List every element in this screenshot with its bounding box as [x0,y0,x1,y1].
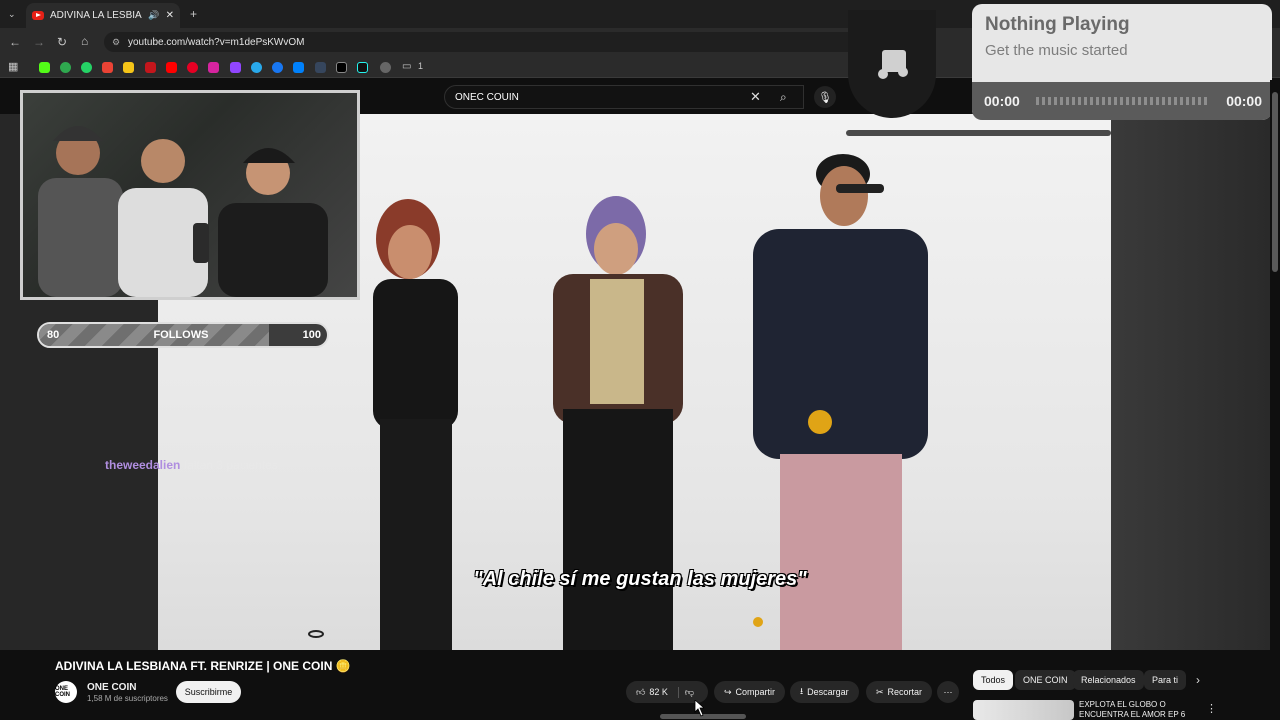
dislike-icon[interactable]: 👎︎ [677,686,694,698]
youtube-favicon-icon [32,11,44,20]
search-input[interactable]: ONEC COUIN ✕ ⌕ [444,85,804,109]
follows-current: 80 [47,329,60,341]
new-tab-icon[interactable]: + [190,8,197,20]
download-button[interactable]: ⭳ Descargar [790,681,859,703]
speaker-icon[interactable]: 🔊 [148,10,159,21]
back-icon[interactable]: ← [9,36,21,48]
address-bar[interactable]: ⚙ youtube.com/watch?v=m1dePsKWvOM [104,32,924,52]
video-subtitle: "Al chile sí me gustan las mujeres" [473,568,807,590]
video-title: ADIVINA LA LESBIANA FT. RENRIZE | ONE CO… [55,659,351,673]
bookmark-folder-count: 1 [418,61,424,71]
music-progress-track [1035,97,1211,105]
recommended-menu-icon[interactable]: ⋮ [1206,702,1217,715]
more-actions-button[interactable]: ⋯ [937,681,959,703]
chip-para-ti[interactable]: Para ti [1144,670,1187,690]
pinterest-bookmark-icon[interactable] [187,62,198,73]
tiktok-bookmark-icon[interactable] [357,62,368,73]
scissors-icon: ✂ [876,686,884,697]
music-art [848,10,936,118]
follows-goal: 100 [302,329,321,341]
chip-relacionados[interactable]: Relacionados [1073,670,1144,690]
music-total: 00:00 [1226,93,1262,109]
close-tab-icon[interactable]: ✕ [166,10,174,21]
chip-one-coin[interactable]: ONE COIN [1015,670,1076,690]
imdb-bookmark-icon[interactable] [123,62,134,73]
music-elapsed: 00:00 [984,93,1020,109]
instagram-bookmark-icon[interactable] [208,62,219,73]
apps-grid-icon[interactable]: ▦ [8,61,18,73]
music-title: Nothing Playing [985,14,1130,35]
chips-next-icon[interactable]: › [1196,673,1200,687]
floor-flower [753,617,763,627]
share-icon: ↪ [724,686,732,697]
channel-name[interactable]: ONE COIN [87,682,136,693]
follows-label: FOLLOWS [153,329,209,341]
chat-text: faltan 3 pacientes [183,458,278,472]
recommended-title[interactable]: EXPLOTA EL GLOBO O ENCUENTRA EL AMOR EP … [1079,700,1199,720]
share-label: Compartir [735,687,776,697]
webcam-scene [38,126,328,297]
like-count[interactable]: 82 K [649,687,668,697]
web-bookmark-icon[interactable] [380,62,391,73]
home-icon[interactable]: ⌂ [81,35,88,47]
recommended-thumbnail[interactable] [973,700,1074,720]
chat-username: theweedalien [105,458,181,472]
chat-message: theweedalien faltan 3 pacientes [105,458,278,472]
telegram-bookmark-icon[interactable] [251,62,262,73]
download-label: Descargar [807,687,849,697]
browser-tab[interactable]: ADIVINA LA LESBIANA FT. R 🔊 ✕ [26,3,180,28]
clear-search-icon[interactable]: ✕ [750,89,761,105]
subscriber-count: 1,58 M de suscriptores [87,694,168,703]
twitch-bookmark-icon[interactable] [230,62,241,73]
like-icon[interactable]: 👍︎ [636,687,645,698]
url-text: youtube.com/watch?v=m1dePsKWvOM [128,36,305,48]
video-progress-bar[interactable] [846,130,1111,136]
chip-todos[interactable]: Todos [973,670,1014,690]
mouse-cursor-icon [694,700,704,717]
x-bookmark-icon[interactable] [336,62,347,73]
music-note-icon [878,50,908,79]
gmail-bookmark-icon[interactable] [102,62,113,73]
netflix-bookmark-icon[interactable] [145,62,156,73]
forward-icon[interactable]: → [33,36,45,48]
subscribe-button[interactable]: Suscribirme [176,681,241,703]
search-icon[interactable]: ⌕ [780,90,787,105]
follows-goal-bar: 80 FOLLOWS 100 [37,322,329,348]
tumblr-bookmark-icon[interactable] [315,62,326,73]
voice-search-icon[interactable]: 🎙 [814,86,836,108]
youtube-bookmark-icon[interactable] [166,62,177,73]
stream-right-panel [1111,114,1271,650]
page-scroll-thumb[interactable] [1272,92,1278,272]
clip-button[interactable]: ✂ Recortar [866,681,933,703]
xbox-bookmark-icon[interactable] [60,62,71,73]
reload-icon[interactable]: ↻ [57,36,67,48]
clip-label: Recortar [887,687,923,697]
share-button[interactable]: ↪ Compartir [714,681,786,703]
facebook-bookmark-icon[interactable] [272,62,283,73]
webcam-overlay [20,90,360,300]
whatsapp-bookmark-icon[interactable] [81,62,92,73]
music-progress: 00:00 00:00 [972,82,1272,120]
tab-title: ADIVINA LA LESBIANA FT. R [50,10,142,21]
site-info-icon[interactable]: ⚙ [112,37,120,48]
tab-search-icon[interactable]: ⌄ [8,8,16,20]
channel-avatar[interactable]: ONE COIN [55,681,77,703]
download-icon: ⭳ [800,686,804,696]
folder-icon[interactable]: ▭ [402,61,411,73]
search-query: ONEC COUIN [455,91,519,103]
floor-item [308,630,324,638]
music-subtitle: Get the music started [985,42,1128,59]
kick-bookmark-icon[interactable] [39,62,50,73]
more-icon: ⋯ [943,686,953,697]
meta-bookmark-icon[interactable] [293,62,304,73]
